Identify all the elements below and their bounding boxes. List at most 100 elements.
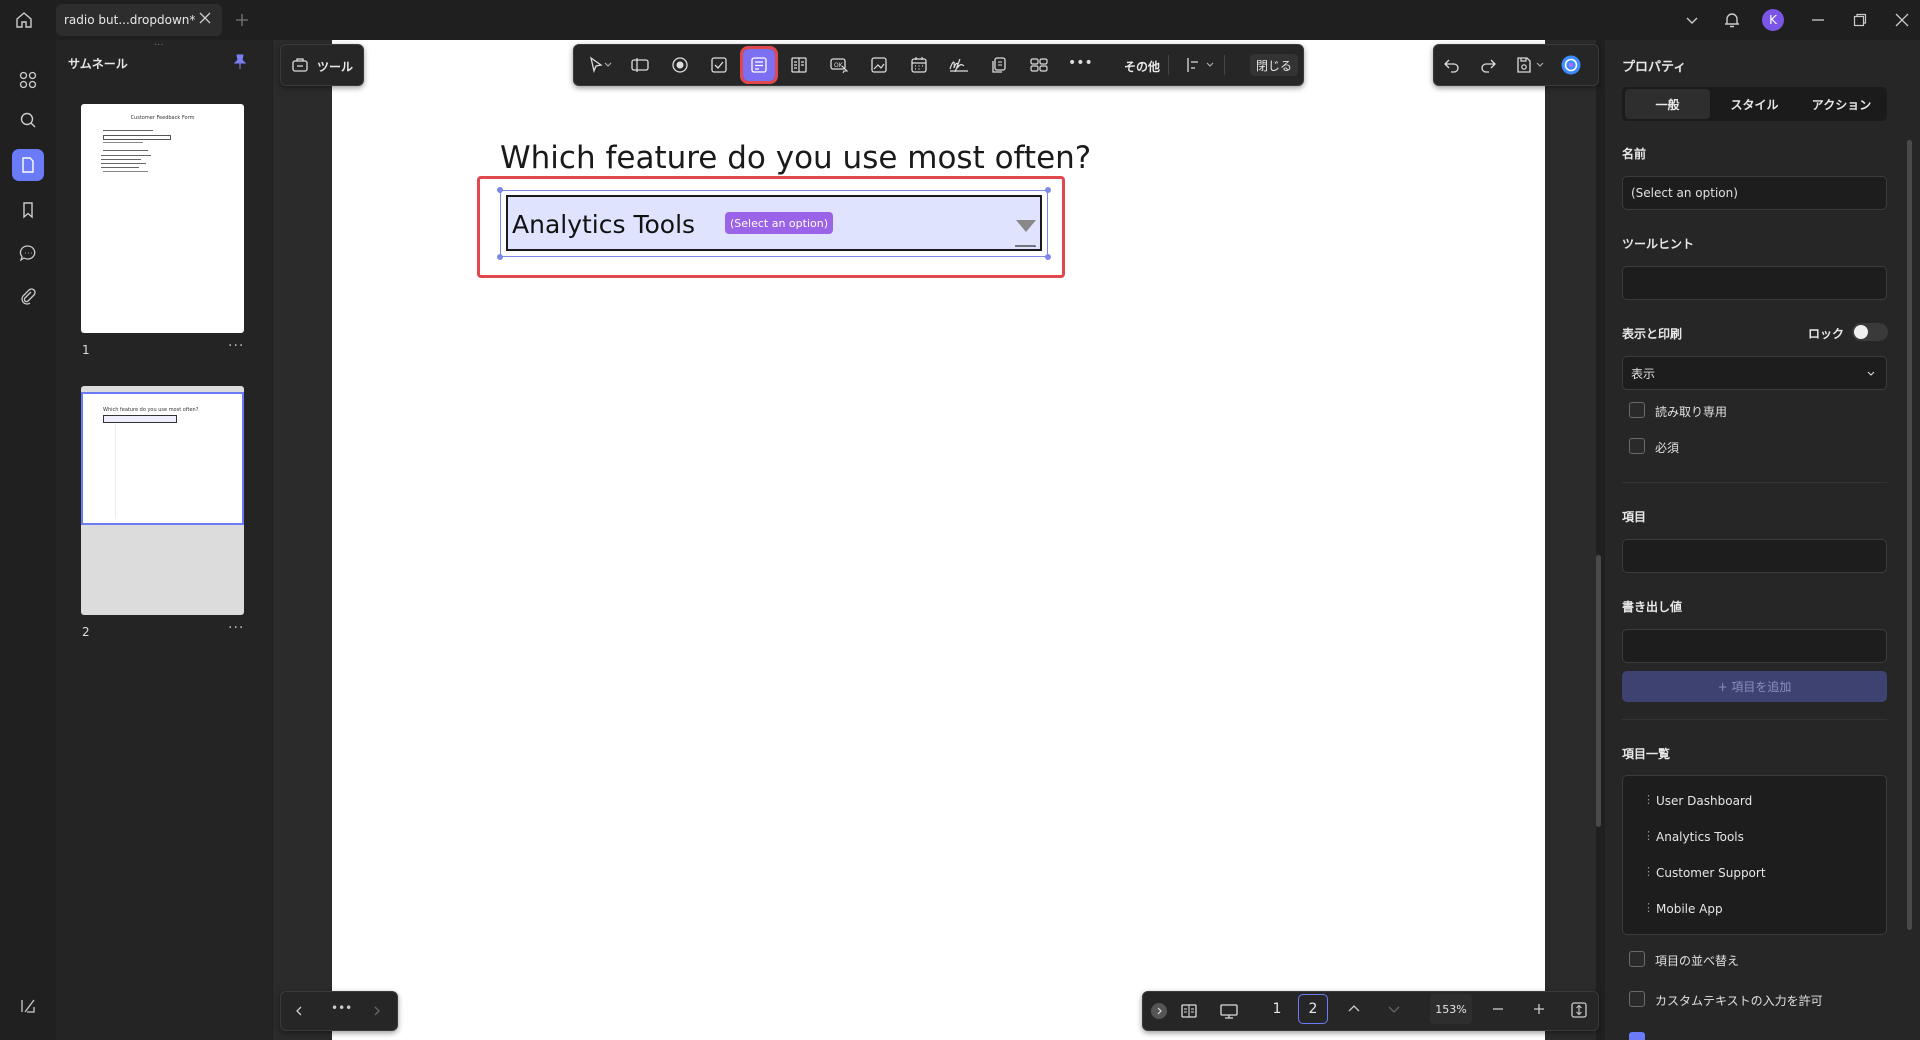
field-grid-tool[interactable] <box>1023 49 1055 81</box>
thumbnail-2-line <box>115 424 116 519</box>
add-item-button[interactable]: + 項目を追加 <box>1622 671 1887 702</box>
tab-action[interactable]: アクション <box>1799 89 1884 119</box>
more-tools-button[interactable]: その他 <box>1124 58 1160 75</box>
notification-bell-icon[interactable] <box>1722 10 1742 30</box>
resize-handle[interactable] <box>1045 187 1051 193</box>
panel-resize-grip[interactable]: ··· <box>154 40 164 51</box>
signature-field-tool[interactable] <box>943 49 975 81</box>
section-divider <box>1622 482 1887 483</box>
list-item[interactable]: Customer Support <box>1656 866 1766 880</box>
comment-icon[interactable] <box>12 237 44 269</box>
thumbnail-1-heading: Customer Feedback Form <box>130 115 195 121</box>
item-input[interactable] <box>1622 539 1887 573</box>
zoom-level[interactable]: 153% <box>1430 994 1472 1024</box>
duplicate-field-tool[interactable] <box>983 49 1015 81</box>
save-chevron-down-icon[interactable] <box>1532 49 1548 81</box>
document-tab[interactable]: radio but...dropdown* <box>56 4 222 36</box>
align-chevron-down-icon[interactable] <box>1202 49 1218 81</box>
bookmark-icon[interactable] <box>12 194 44 226</box>
thumbnail-2-more-icon[interactable]: ··· <box>228 620 244 636</box>
pointer-chevron-down-icon[interactable] <box>600 49 616 81</box>
thumbnail-2-field <box>103 415 177 423</box>
lock-toggle[interactable] <box>1852 323 1888 341</box>
radio-button-tool[interactable] <box>664 49 696 81</box>
resize-handle[interactable] <box>497 187 503 193</box>
page-up-icon[interactable] <box>1346 1001 1362 1017</box>
thumbnails-icon[interactable] <box>12 149 44 181</box>
thumbnail-1-more-icon[interactable]: ··· <box>228 338 244 354</box>
display-select[interactable]: 表示 <box>1622 356 1887 390</box>
list-item[interactable]: Analytics Tools <box>1656 830 1744 844</box>
new-tab-icon[interactable] <box>234 12 250 28</box>
date-field-tool[interactable] <box>903 49 935 81</box>
attachment-icon[interactable] <box>12 280 44 312</box>
zoom-out-icon[interactable] <box>1491 1002 1505 1016</box>
search-icon[interactable] <box>12 104 44 136</box>
tooltip-input[interactable] <box>1622 266 1887 300</box>
next-icon[interactable] <box>361 995 393 1027</box>
sidebar-toggle-icon[interactable] <box>12 990 44 1022</box>
item-label: 項目 <box>1622 510 1647 524</box>
zoom-in-icon[interactable] <box>1532 1002 1546 1016</box>
restore-window-icon[interactable] <box>1852 12 1868 28</box>
fit-page-icon[interactable] <box>1570 1001 1588 1019</box>
undo-icon[interactable] <box>1436 49 1468 81</box>
page-thumbnail-1[interactable]: Customer Feedback Form <box>81 104 244 333</box>
button-tool[interactable]: OK <box>823 49 855 81</box>
tools-button[interactable]: ツール <box>280 44 364 86</box>
text-field-tool[interactable] <box>624 49 656 81</box>
name-input[interactable]: (Select an option) <box>1622 176 1887 210</box>
apps-grid-icon[interactable] <box>12 64 44 96</box>
more-dots-icon[interactable]: ••• <box>1068 55 1093 71</box>
list-item[interactable]: Mobile App <box>1656 902 1723 916</box>
thumbnail-1-line <box>101 159 141 160</box>
pin-icon[interactable] <box>232 54 248 70</box>
page-2-button[interactable]: 2 <box>1298 994 1328 1024</box>
resize-handle[interactable] <box>1045 254 1051 260</box>
page-thumbnail-2[interactable]: Which feature do you use most often? <box>81 392 244 525</box>
user-avatar[interactable]: K <box>1762 9 1784 31</box>
page-1-button[interactable]: 1 <box>1262 994 1292 1024</box>
close-form-mode-button[interactable]: 閉じる <box>1250 54 1299 76</box>
checked-checkbox-partial[interactable] <box>1629 1032 1645 1040</box>
resize-handle[interactable] <box>497 254 503 260</box>
reading-mode-icon[interactable] <box>1173 995 1205 1027</box>
sort-items-checkbox[interactable] <box>1629 951 1645 967</box>
view-toolbar <box>1142 991 1599 1031</box>
properties-scrollbar[interactable] <box>1907 140 1912 930</box>
readonly-checkbox[interactable] <box>1629 402 1645 418</box>
canvas-scrollbar[interactable] <box>1596 555 1601 827</box>
collapse-toolbar-icon[interactable] <box>1151 1003 1167 1019</box>
drag-handle-icon[interactable]: ⋮ <box>1643 901 1654 914</box>
chevron-down-icon[interactable] <box>1684 12 1700 28</box>
home-icon[interactable] <box>14 10 34 30</box>
dropdown-tool[interactable] <box>740 46 778 84</box>
tab-style[interactable]: スタイル <box>1712 89 1797 119</box>
chevron-down-icon <box>1866 369 1876 379</box>
more-dots-icon[interactable]: ••• <box>331 1001 352 1015</box>
ai-assistant-icon[interactable] <box>1555 49 1587 81</box>
field-name-tag: (Select an option) <box>725 212 834 234</box>
drag-handle-icon[interactable]: ⋮ <box>1643 793 1654 806</box>
checkbox-tool[interactable] <box>703 49 735 81</box>
redo-icon[interactable] <box>1472 49 1504 81</box>
tab-general[interactable]: 一般 <box>1625 89 1710 119</box>
dropdown-arrow-icon[interactable] <box>1015 218 1037 248</box>
custom-text-checkbox[interactable] <box>1629 991 1645 1007</box>
export-value-input[interactable] <box>1622 629 1887 663</box>
minimize-icon[interactable] <box>1810 12 1826 28</box>
image-field-tool[interactable] <box>863 49 895 81</box>
lock-label: ロック <box>1808 327 1845 341</box>
question-text: Which feature do you use most often? <box>500 140 1092 176</box>
presentation-icon[interactable] <box>1213 995 1245 1027</box>
list-box-tool[interactable] <box>783 49 815 81</box>
close-window-icon[interactable] <box>1894 12 1910 28</box>
drag-handle-icon[interactable]: ⋮ <box>1643 829 1654 842</box>
close-tab-icon[interactable] <box>198 11 212 25</box>
list-item[interactable]: User Dashboard <box>1656 794 1752 808</box>
required-checkbox[interactable] <box>1629 438 1645 454</box>
drag-handle-icon[interactable]: ⋮ <box>1643 865 1654 878</box>
previous-icon[interactable] <box>283 995 315 1027</box>
section-divider <box>1622 719 1887 720</box>
page-down-icon[interactable] <box>1386 1001 1402 1017</box>
